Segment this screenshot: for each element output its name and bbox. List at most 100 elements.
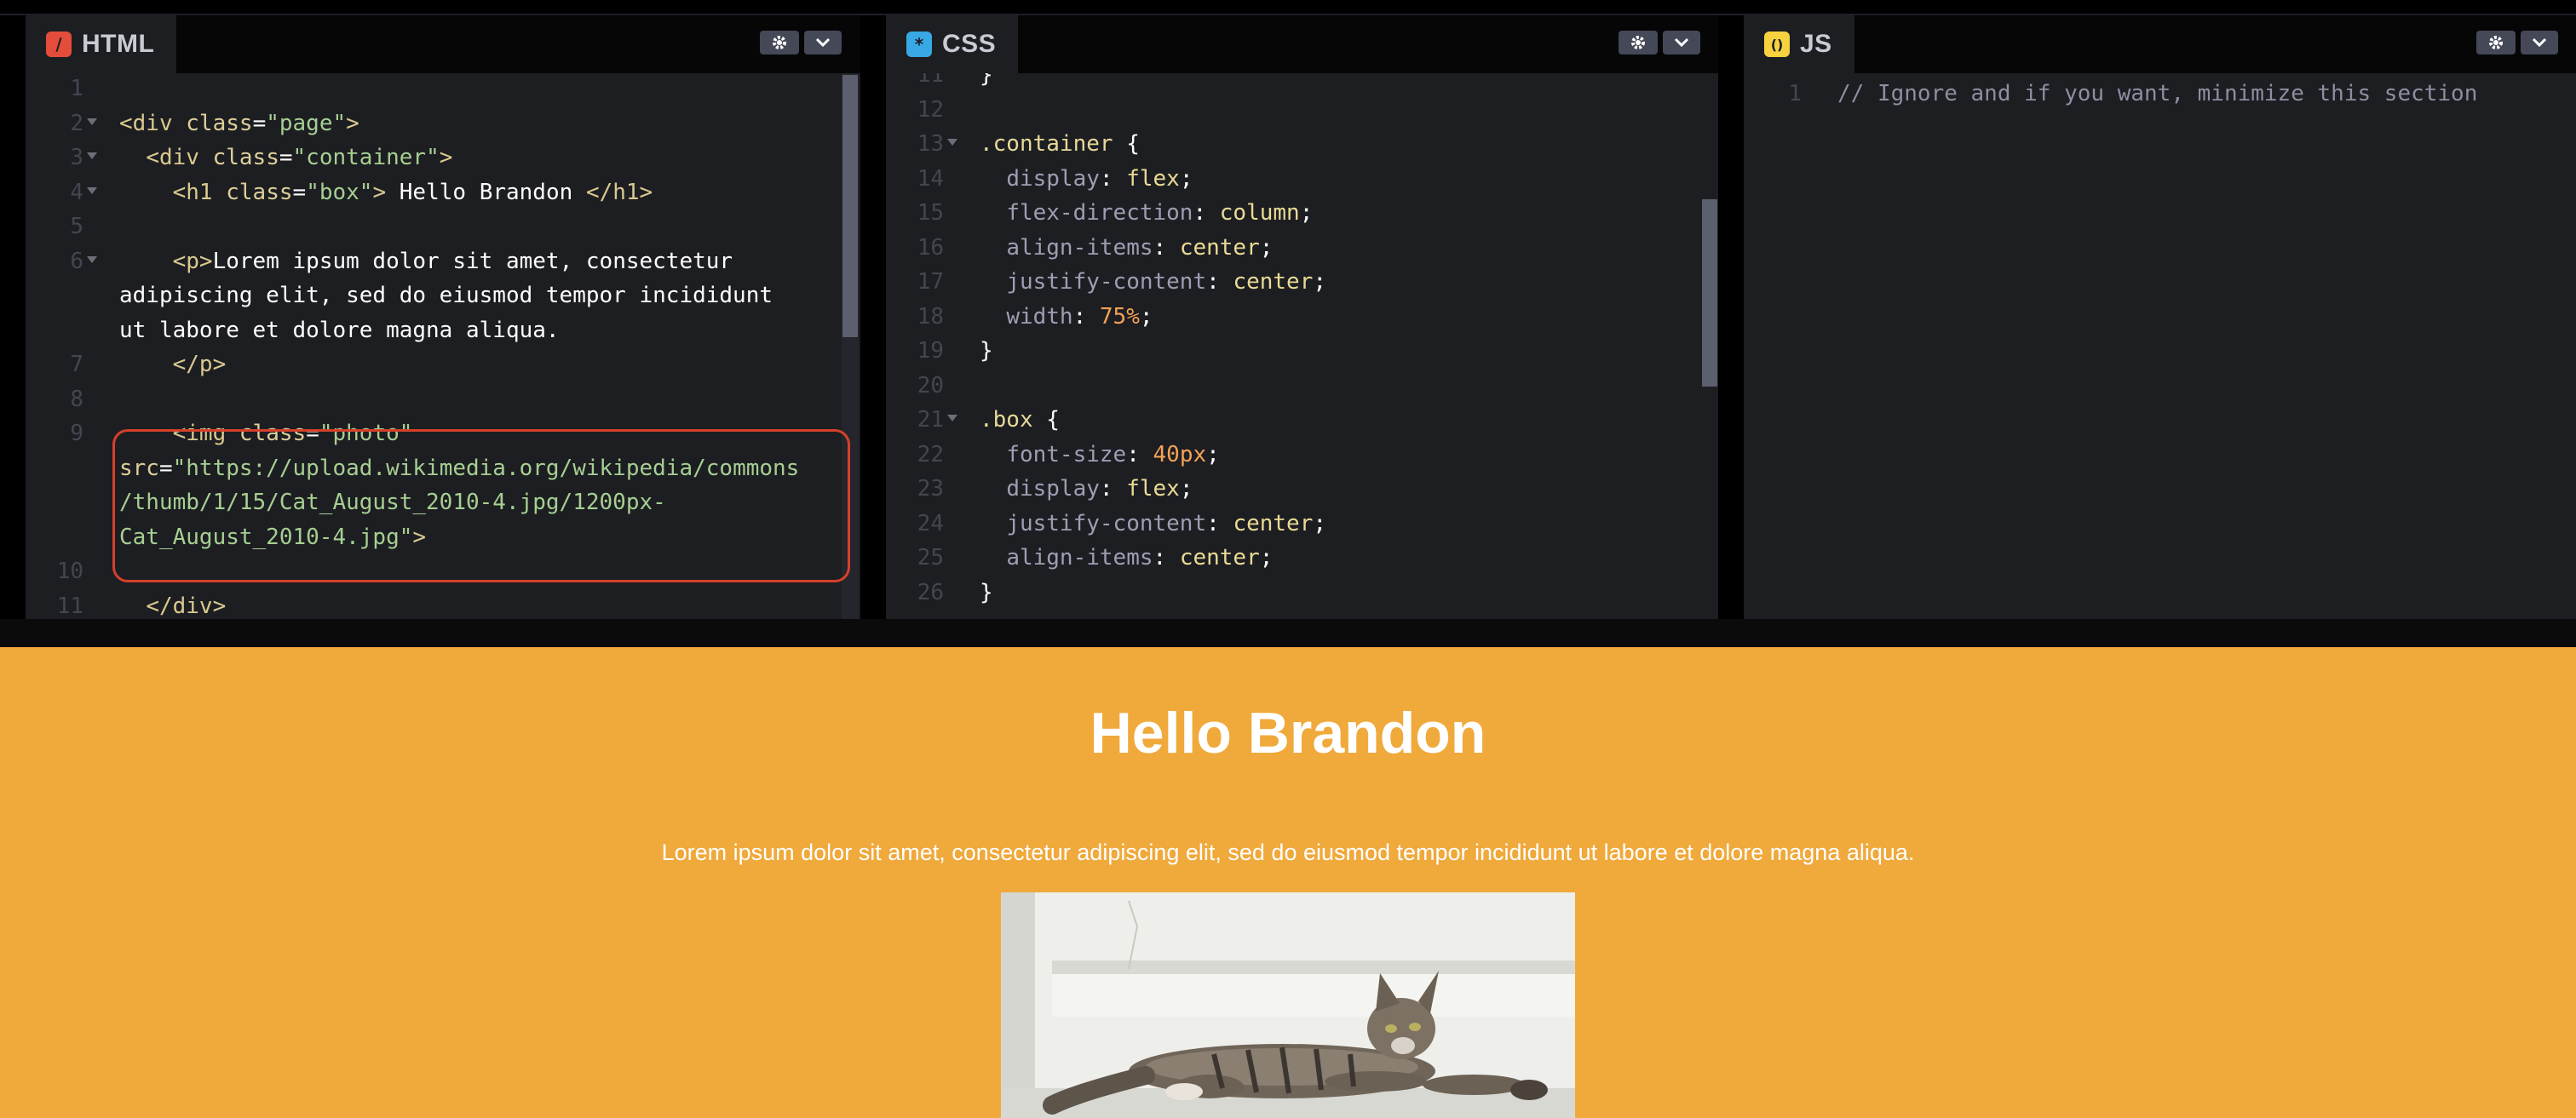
code-line[interactable]: 20 bbox=[886, 369, 1718, 403]
html-editor-panel[interactable]: / HTML 1 2 <div class="page"> 3 <div class=… bbox=[26, 15, 860, 619]
code-token: ; bbox=[1179, 165, 1193, 192]
code-line[interactable]: adipiscing elit, sed do eiusmod tempor i… bbox=[26, 278, 860, 312]
code-token: } bbox=[980, 338, 993, 364]
code-text: display: flex; bbox=[980, 472, 1193, 506]
code-text: display: flex; bbox=[980, 162, 1193, 196]
fold-arrow-icon[interactable] bbox=[947, 415, 957, 421]
html-settings-button[interactable] bbox=[760, 31, 799, 54]
code-token: center bbox=[1179, 545, 1260, 570]
code-token: align-items bbox=[1006, 234, 1153, 261]
code-line[interactable]: 12 bbox=[886, 93, 1718, 127]
code-line[interactable]: 1 bbox=[26, 73, 860, 106]
code-line[interactable]: 4 <h1 class="box"> Hello Brandon </h1> bbox=[26, 175, 860, 209]
line-number: 17 bbox=[917, 269, 944, 295]
fold-arrow-icon[interactable] bbox=[87, 152, 97, 159]
code-token: ; bbox=[1179, 476, 1193, 502]
code-line[interactable]: 6 <p>Lorem ipsum dolor sit amet, consect… bbox=[26, 244, 860, 278]
code-line[interactable]: 21 .box { bbox=[886, 403, 1718, 437]
code-token: > bbox=[439, 145, 453, 170]
js-collapse-button[interactable] bbox=[2521, 31, 2558, 54]
code-line[interactable]: 13 .container { bbox=[886, 127, 1718, 161]
html-scroll-thumb[interactable] bbox=[842, 75, 858, 337]
css-scrollbar[interactable] bbox=[1701, 73, 1718, 619]
line-number: 2 bbox=[70, 110, 83, 136]
code-token: <div bbox=[146, 145, 213, 170]
code-line[interactable]: 18 width: 75%; bbox=[886, 300, 1718, 334]
code-line[interactable]: 17 justify-content: center; bbox=[886, 265, 1718, 299]
code-line[interactable]: 24 justify-content: center; bbox=[886, 507, 1718, 541]
line-number: 15 bbox=[917, 200, 944, 226]
fold-arrow-icon[interactable] bbox=[87, 255, 97, 263]
html-collapse-button[interactable] bbox=[804, 31, 842, 54]
code-token: display bbox=[1006, 165, 1100, 192]
code-line[interactable]: 8 bbox=[26, 382, 860, 416]
css-code-area[interactable]: 11} 12 13 .container {14 display: flex; 15 f… bbox=[886, 73, 1718, 619]
code-line[interactable]: 2 <div class="page"> bbox=[26, 106, 860, 140]
code-text: <div class="container"> bbox=[119, 140, 452, 175]
code-line[interactable]: 23 display: flex; bbox=[886, 472, 1718, 506]
line-number: 1 bbox=[1788, 81, 1802, 106]
css-scroll-thumb[interactable] bbox=[1702, 199, 1717, 387]
line-number: 5 bbox=[70, 214, 83, 239]
code-line[interactable]: 14 display: flex; bbox=[886, 162, 1718, 196]
code-token: ; bbox=[1139, 303, 1153, 330]
code-text: align-items: center; bbox=[980, 541, 1273, 575]
code-line[interactable]: 7 </p> bbox=[26, 347, 860, 381]
code-token: : bbox=[1126, 441, 1153, 467]
code-line[interactable]: 22 font-size: 40px; bbox=[886, 438, 1718, 472]
js-code-area[interactable]: 1 // Ignore and if you want, minimize thi… bbox=[1744, 73, 2576, 619]
tab-js[interactable]: () JS bbox=[1744, 15, 1854, 73]
css-collapse-button[interactable] bbox=[1663, 31, 1700, 54]
code-text: </p> bbox=[119, 347, 227, 381]
tab-css[interactable]: * CSS bbox=[886, 15, 1019, 73]
code-token: adipiscing elit, sed do eiusmod tempor i… bbox=[119, 283, 773, 308]
code-token: center bbox=[1179, 234, 1260, 261]
code-text: <p>Lorem ipsum dolor sit amet, consectet… bbox=[119, 244, 733, 278]
fold-arrow-icon[interactable] bbox=[947, 139, 957, 146]
cat-photo bbox=[1001, 892, 1575, 1118]
css-settings-button[interactable] bbox=[1619, 31, 1658, 54]
code-token: : bbox=[1099, 165, 1127, 192]
fold-arrow-icon[interactable] bbox=[87, 186, 97, 194]
code-token: column bbox=[1219, 200, 1300, 226]
code-line[interactable]: 25 align-items: center; bbox=[886, 541, 1718, 575]
code-token: </p> bbox=[172, 352, 227, 377]
code-line[interactable]: 15 flex-direction: column; bbox=[886, 196, 1718, 230]
js-editor-panel[interactable]: () JS 1 // Ignore and if you want, minimi… bbox=[1744, 15, 2576, 619]
line-number: 14 bbox=[917, 165, 944, 192]
code-line[interactable]: 11} bbox=[886, 73, 1718, 92]
fold-arrow-icon[interactable] bbox=[87, 118, 97, 125]
code-line[interactable]: 26} bbox=[886, 576, 1718, 610]
resize-divider[interactable] bbox=[0, 619, 2576, 647]
code-text: font-size: 40px; bbox=[980, 438, 1219, 472]
code-token: </h1> bbox=[585, 179, 653, 205]
code-token: > bbox=[372, 179, 387, 205]
css-editor-panel[interactable]: * CSS 11} 12 13 .container {14 display: fle… bbox=[886, 15, 1718, 619]
code-text: // Ignore and if you want, minimize this… bbox=[1837, 77, 2477, 111]
code-token: ; bbox=[1299, 200, 1314, 226]
code-text: ut labore et dolore magna aliqua. bbox=[119, 313, 560, 347]
line-number: 6 bbox=[70, 248, 83, 274]
js-settings-button[interactable] bbox=[2476, 31, 2516, 54]
code-line[interactable]: 3 <div class="container"> bbox=[26, 140, 860, 175]
line-number: 21 bbox=[917, 407, 944, 433]
line-number: 26 bbox=[917, 579, 944, 605]
line-number: 18 bbox=[917, 303, 944, 330]
code-token: = bbox=[292, 179, 307, 205]
code-token: <p> bbox=[172, 248, 213, 274]
code-line[interactable]: 16 align-items: center; bbox=[886, 231, 1718, 265]
tab-html[interactable]: / HTML bbox=[26, 15, 177, 73]
code-line[interactable]: 11 </div> bbox=[26, 589, 860, 620]
code-token: class bbox=[226, 179, 293, 205]
code-line[interactable]: 1 // Ignore and if you want, minimize thi… bbox=[1744, 77, 2576, 111]
code-token: flex-direction bbox=[1006, 200, 1193, 226]
code-line[interactable]: 5 bbox=[26, 209, 860, 244]
code-token: <h1 bbox=[172, 179, 227, 205]
preview-pane: Hello Brandon Lorem ipsum dolor sit amet… bbox=[0, 647, 2576, 1118]
code-line[interactable]: ut labore et dolore magna aliqua. bbox=[26, 313, 860, 347]
code-line[interactable]: 19} bbox=[886, 334, 1718, 368]
